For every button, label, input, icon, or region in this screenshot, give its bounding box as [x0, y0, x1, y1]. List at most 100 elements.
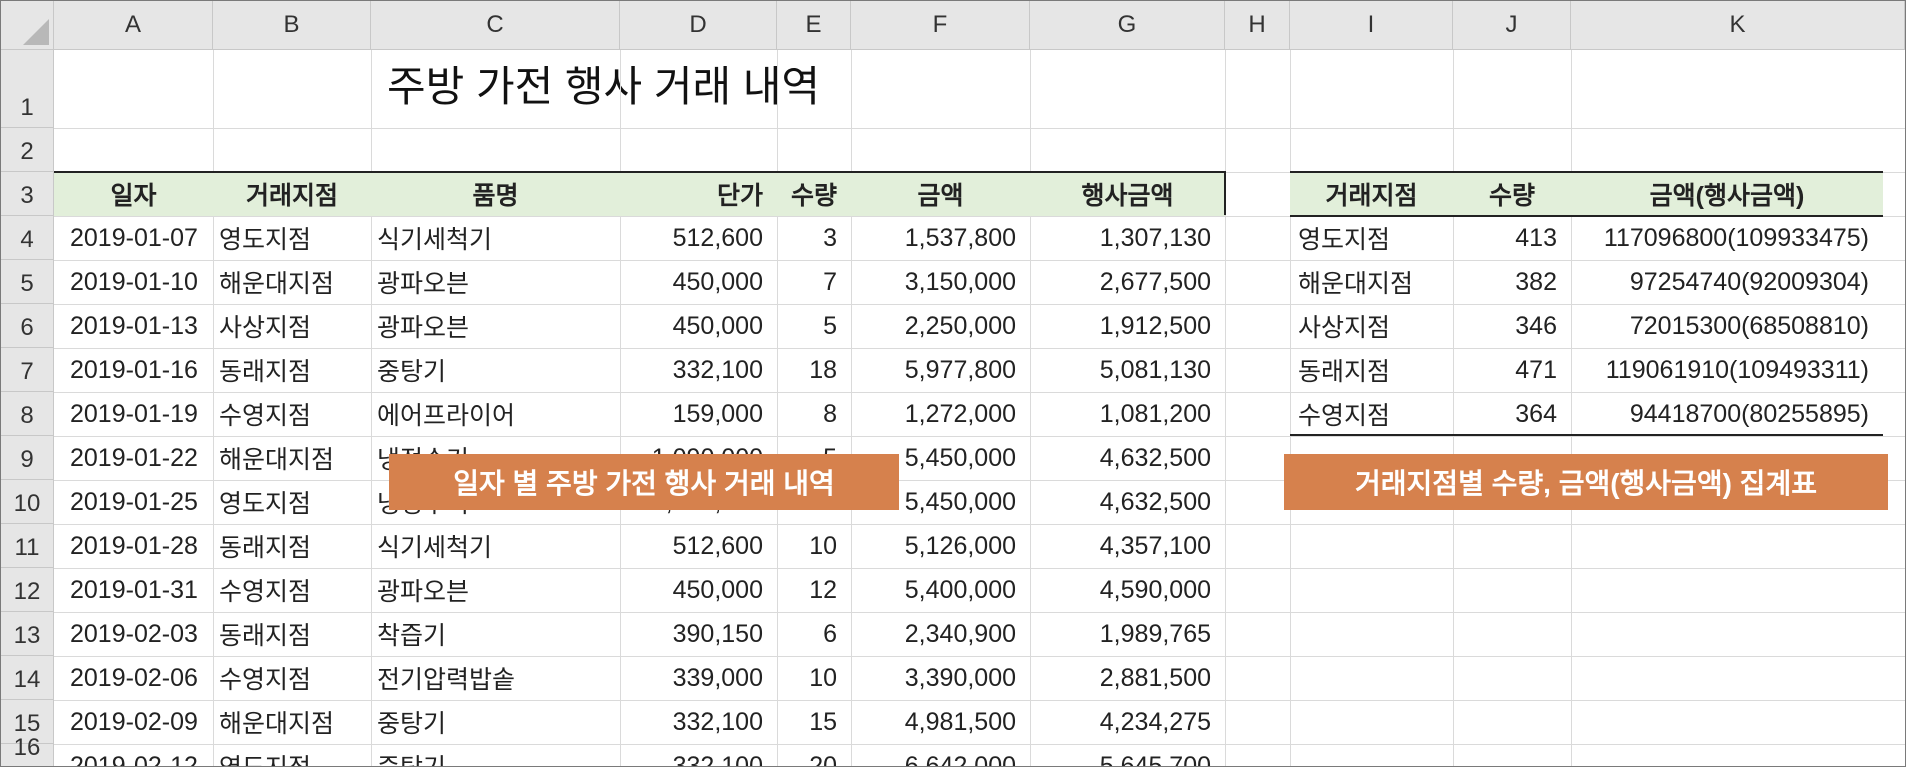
- row-header-9[interactable]: 9: [1, 436, 54, 480]
- summary-cell[interactable]: 해운대지점: [1290, 260, 1453, 304]
- summary-cell[interactable]: 97254740(92009304): [1571, 260, 1883, 304]
- column-header-c[interactable]: C: [371, 1, 620, 50]
- main-cell[interactable]: 광파오븐: [371, 260, 620, 304]
- main-cell[interactable]: 중탕기: [371, 348, 620, 392]
- summary-cell[interactable]: 영도지점: [1290, 216, 1453, 260]
- main-cell[interactable]: 7: [777, 260, 851, 304]
- main-cell[interactable]: 339,000: [620, 656, 777, 700]
- main-cell[interactable]: 2,250,000: [851, 304, 1030, 348]
- summary-cell[interactable]: 413: [1453, 216, 1571, 260]
- column-header-d[interactable]: D: [620, 1, 777, 50]
- main-cell[interactable]: 4,632,500: [1030, 480, 1225, 524]
- main-cell[interactable]: 512,600: [620, 524, 777, 568]
- row-header-7[interactable]: 7: [1, 348, 54, 392]
- main-cell[interactable]: 10: [777, 656, 851, 700]
- main-cell[interactable]: 20: [777, 744, 851, 767]
- column-header-b[interactable]: B: [213, 1, 371, 50]
- main-cell[interactable]: 4,234,275: [1030, 700, 1225, 744]
- main-cell[interactable]: 착즙기: [371, 612, 620, 656]
- row-header-14[interactable]: 14: [1, 656, 54, 700]
- column-header-j[interactable]: J: [1453, 1, 1571, 50]
- row-header-10[interactable]: 10: [1, 480, 54, 524]
- main-cell[interactable]: 512,600: [620, 216, 777, 260]
- column-header-f[interactable]: F: [851, 1, 1030, 50]
- main-cell[interactable]: 수영지점: [213, 568, 371, 612]
- main-cell[interactable]: 1,081,200: [1030, 392, 1225, 436]
- main-cell[interactable]: 5,977,800: [851, 348, 1030, 392]
- main-cell[interactable]: 영도지점: [213, 480, 371, 524]
- summary-cell[interactable]: 346: [1453, 304, 1571, 348]
- main-cell[interactable]: 15: [777, 700, 851, 744]
- main-cell[interactable]: 2019-01-07: [54, 216, 213, 260]
- column-header-a[interactable]: A: [54, 1, 213, 50]
- main-cell[interactable]: 12: [777, 568, 851, 612]
- main-cell[interactable]: 수영지점: [213, 392, 371, 436]
- row-header-8[interactable]: 8: [1, 392, 54, 436]
- main-cell[interactable]: 2019-01-10: [54, 260, 213, 304]
- main-cell[interactable]: 332,100: [620, 348, 777, 392]
- main-cell[interactable]: 4,632,500: [1030, 436, 1225, 480]
- main-cell[interactable]: 18: [777, 348, 851, 392]
- column-header-g[interactable]: G: [1030, 1, 1225, 50]
- main-cell[interactable]: 사상지점: [213, 304, 371, 348]
- main-cell[interactable]: 광파오븐: [371, 304, 620, 348]
- main-cell[interactable]: 10: [777, 524, 851, 568]
- main-cell[interactable]: 4,981,500: [851, 700, 1030, 744]
- main-cell[interactable]: 332,100: [620, 700, 777, 744]
- summary-cell[interactable]: 364: [1453, 392, 1571, 436]
- main-cell[interactable]: 2019-02-09: [54, 700, 213, 744]
- main-cell[interactable]: 332,100: [620, 744, 777, 767]
- main-cell[interactable]: 5: [777, 304, 851, 348]
- main-cell[interactable]: 2019-01-22: [54, 436, 213, 480]
- main-cell[interactable]: 수영지점: [213, 656, 371, 700]
- row-header-1[interactable]: 1: [1, 50, 54, 128]
- main-cell[interactable]: 2019-01-31: [54, 568, 213, 612]
- main-cell[interactable]: 2,340,900: [851, 612, 1030, 656]
- main-cell[interactable]: 2019-01-16: [54, 348, 213, 392]
- main-cell[interactable]: 159,000: [620, 392, 777, 436]
- main-cell[interactable]: 1,272,000: [851, 392, 1030, 436]
- main-cell[interactable]: 2019-01-25: [54, 480, 213, 524]
- summary-cell[interactable]: 119061910(109493311): [1571, 348, 1883, 392]
- main-cell[interactable]: 해운대지점: [213, 260, 371, 304]
- main-cell[interactable]: 3: [777, 216, 851, 260]
- main-cell[interactable]: 2019-02-12: [54, 744, 213, 767]
- main-cell[interactable]: 8: [777, 392, 851, 436]
- summary-cell[interactable]: 94418700(80255895): [1571, 392, 1883, 436]
- main-cell[interactable]: 2019-02-06: [54, 656, 213, 700]
- main-cell[interactable]: 450,000: [620, 568, 777, 612]
- main-cell[interactable]: 390,150: [620, 612, 777, 656]
- main-cell[interactable]: 5,645,700: [1030, 744, 1225, 767]
- main-cell[interactable]: 4,357,100: [1030, 524, 1225, 568]
- column-header-h[interactable]: H: [1225, 1, 1290, 50]
- summary-cell[interactable]: 72015300(68508810): [1571, 304, 1883, 348]
- main-cell[interactable]: 450,000: [620, 304, 777, 348]
- main-cell[interactable]: 5,081,130: [1030, 348, 1225, 392]
- main-cell[interactable]: 2,677,500: [1030, 260, 1225, 304]
- column-header-k[interactable]: K: [1571, 1, 1905, 50]
- main-cell[interactable]: 영도지점: [213, 744, 371, 766]
- main-cell[interactable]: 6,642,000: [851, 744, 1030, 767]
- row-header-3[interactable]: 3: [1, 172, 54, 216]
- main-cell[interactable]: 6: [777, 612, 851, 656]
- main-cell[interactable]: 2019-01-28: [54, 524, 213, 568]
- main-cell[interactable]: 전기압력밥솥: [371, 656, 620, 700]
- summary-cell[interactable]: 117096800(109933475): [1571, 216, 1883, 260]
- main-cell[interactable]: 해운대지점: [213, 436, 371, 480]
- main-cell[interactable]: 5,126,000: [851, 524, 1030, 568]
- main-cell[interactable]: 식기세척기: [371, 524, 620, 568]
- main-cell[interactable]: 450,000: [620, 260, 777, 304]
- main-cell[interactable]: 1,989,765: [1030, 612, 1225, 656]
- row-header-6[interactable]: 6: [1, 304, 54, 348]
- row-header-2[interactable]: 2: [1, 128, 54, 172]
- row-header-5[interactable]: 5: [1, 260, 54, 304]
- row-header-13[interactable]: 13: [1, 612, 54, 656]
- main-cell[interactable]: 4,590,000: [1030, 568, 1225, 612]
- main-cell[interactable]: 식기세척기: [371, 216, 620, 260]
- column-header-i[interactable]: I: [1290, 1, 1453, 50]
- main-cell[interactable]: 2,881,500: [1030, 656, 1225, 700]
- main-cell[interactable]: 1,307,130: [1030, 216, 1225, 260]
- main-cell[interactable]: 광파오븐: [371, 568, 620, 612]
- main-cell[interactable]: 에어프라이어: [371, 392, 620, 436]
- main-cell[interactable]: 1,537,800: [851, 216, 1030, 260]
